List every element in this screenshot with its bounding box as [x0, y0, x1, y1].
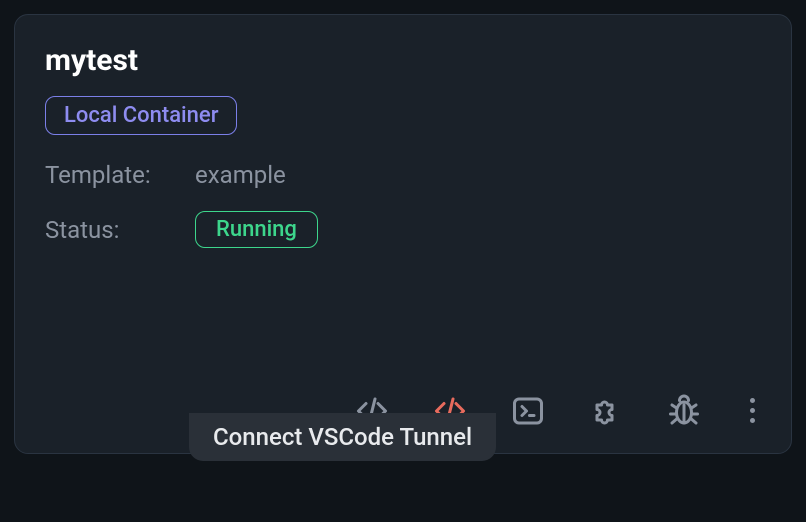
status-label: Status: [45, 216, 195, 244]
status-badge: Running [195, 211, 318, 248]
template-label: Template: [45, 161, 195, 189]
container-type-badge: Local Container [45, 96, 237, 135]
bug-icon[interactable] [666, 393, 702, 429]
tooltip: Connect VSCode Tunnel [189, 413, 496, 461]
container-card: mytest Local Container Template: example… [14, 14, 792, 454]
container-title: mytest [45, 43, 761, 78]
terminal-icon[interactable] [510, 393, 546, 429]
template-value: example [195, 161, 286, 189]
puzzle-icon[interactable] [588, 393, 624, 429]
status-row: Status: Running [45, 211, 761, 248]
more-icon[interactable] [744, 392, 761, 429]
template-row: Template: example [45, 161, 761, 189]
